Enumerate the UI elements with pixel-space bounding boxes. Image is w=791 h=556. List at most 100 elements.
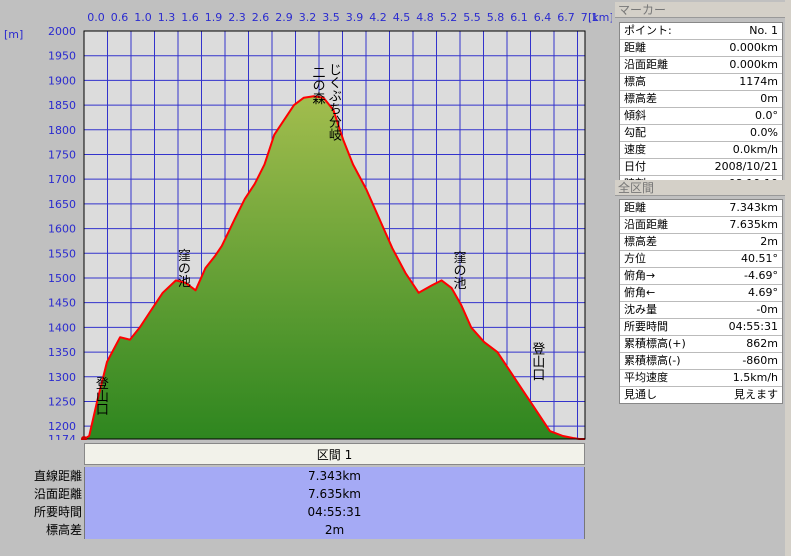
section-row: 俯角→ -4.69°	[620, 268, 782, 285]
section-key: 見通し	[624, 388, 657, 401]
marker-key: 勾配	[624, 126, 646, 139]
summary-row: 所要時間 04:55:31	[0, 503, 612, 521]
summary-value: 7.343km	[84, 467, 585, 485]
marker-row: 距離 0.000km	[620, 40, 782, 57]
marker-value: 1174m	[739, 75, 778, 88]
x-tick-labels: 0.0 0.6 1.0 1.3 1.6 1.9 2.3 2.6 2.9 3.2 3.5 3.9 4.2 4…	[87, 11, 598, 24]
marker-row: 標高 1174m	[620, 74, 782, 91]
section-value: -0m	[756, 303, 778, 316]
section-row: 平均速度 1.5km/h	[620, 370, 782, 387]
section-row: 沈み量 -0m	[620, 302, 782, 319]
y-tick-label: 1600	[48, 223, 76, 236]
section-value: 7.343km	[729, 201, 778, 214]
summary-label: 直線距離	[33, 469, 82, 483]
section-row: 標高差 2m	[620, 234, 782, 251]
section-header[interactable]: 区間 1	[84, 443, 585, 465]
y-tick-label: 1400	[48, 321, 76, 334]
section-key: 俯角→	[624, 269, 656, 282]
vertical-scrollbar[interactable]	[785, 0, 791, 556]
peak-annotation: 窪の池	[451, 250, 467, 290]
section-value: -860m	[742, 354, 778, 367]
y-tick-label: 1750	[48, 148, 76, 161]
x-tick-label: 1.3	[158, 11, 176, 24]
marker-value: 0m	[760, 92, 778, 105]
marker-key: 標高差	[624, 92, 657, 105]
section-key: 俯角←	[624, 286, 656, 299]
marker-row: ポイント: No. 1	[620, 23, 782, 40]
section-row: 方位 40.51°	[620, 251, 782, 268]
marker-key: 標高	[624, 75, 646, 88]
x-tick-label: 5.8	[487, 11, 505, 24]
y-tick-label: 1850	[48, 99, 76, 112]
summary-label: 所要時間	[33, 505, 82, 519]
section-value: 1.5km/h	[732, 371, 778, 384]
y-axis-unit: [m]	[4, 28, 23, 41]
peak-annotation: 窪の池	[175, 248, 191, 288]
section-row: 距離 7.343km	[620, 200, 782, 217]
x-tick-label: 3.9	[346, 11, 364, 24]
section-key: 距離	[624, 201, 646, 214]
section-key: 平均速度	[624, 371, 668, 384]
y-tick-label: 2000	[48, 25, 76, 38]
peak-annotation: 登山口	[529, 342, 545, 381]
summary-row: 直線距離 7.343km	[0, 467, 612, 485]
marker-key: 速度	[624, 143, 646, 156]
section-key: 方位	[624, 252, 646, 265]
section-value: 04:55:31	[728, 320, 778, 333]
summary-value: 04:55:31	[84, 503, 585, 521]
marker-value: 0.0km/h	[732, 143, 778, 156]
x-tick-label: 1.9	[205, 11, 223, 24]
section-value: 7.635km	[729, 218, 778, 231]
peak-annotation: じくぶち分岐	[326, 63, 342, 141]
section-row: 所要時間 04:55:31	[620, 319, 782, 336]
y-tick-labels: 2000 1950 1900 1850 1800 1750 1700 1650 1600 1550…	[48, 25, 76, 440]
y-tick-label: 1650	[48, 198, 76, 211]
x-tick-label: 0.0	[87, 11, 105, 24]
peak-annotation: 二の森	[309, 66, 325, 105]
section-row: 沿面距離 7.635km	[620, 217, 782, 234]
y-tick-label: 1800	[48, 124, 76, 137]
y-tick-label: 1950	[48, 50, 76, 63]
section-key: 沿面距離	[624, 218, 668, 231]
x-tick-label: 4.2	[369, 11, 387, 24]
x-tick-label: 2.3	[228, 11, 246, 24]
marker-value: 0.000km	[729, 41, 778, 54]
summary-row: 標高差 2m	[0, 521, 612, 539]
peak-annotation: 登山口	[93, 377, 109, 416]
y-tick-label: 1450	[48, 297, 76, 310]
marker-row: 傾斜 0.0°	[620, 108, 782, 125]
y-tick-label: 1900	[48, 74, 76, 87]
marker-key: 距離	[624, 41, 646, 54]
x-tick-label: 3.5	[322, 11, 340, 24]
marker-row: 速度 0.0km/h	[620, 142, 782, 159]
marker-value: 2008/10/21	[714, 160, 778, 173]
section-value: 862m	[746, 337, 778, 350]
marker-value: 0.0%	[750, 126, 778, 139]
x-tick-label: 4.8	[416, 11, 434, 24]
section-value: 40.51°	[741, 252, 778, 265]
y-tick-label: 1300	[48, 371, 76, 384]
section-key: 標高差	[624, 235, 657, 248]
section-key: 所要時間	[624, 320, 668, 333]
y-tick-label: 1550	[48, 247, 76, 260]
x-tick-label: 2.9	[275, 11, 293, 24]
y-tick-label: 1174	[48, 433, 76, 440]
marker-key: 沿面距離	[624, 58, 668, 71]
marker-row: 標高差 0m	[620, 91, 782, 108]
marker-row: 勾配 0.0%	[620, 125, 782, 142]
y-tick-label: 1700	[48, 173, 76, 186]
y-tick-label: 1200	[48, 420, 76, 433]
x-tick-label: 5.5	[463, 11, 481, 24]
marker-row: 沿面距離 0.000km	[620, 57, 782, 74]
summary-label: 沿面距離	[33, 487, 82, 501]
marker-value: 0.0°	[755, 109, 778, 122]
x-tick-label: 6.7	[557, 11, 575, 24]
x-tick-label: 6.4	[534, 11, 552, 24]
marker-value: No. 1	[749, 24, 778, 37]
marker-panel-title: マーカー	[615, 2, 785, 18]
section-key: 累積標高(+)	[624, 337, 686, 350]
section-value: 2m	[760, 235, 778, 248]
elevation-chart-svg[interactable]: 0.0 0.6 1.0 1.3 1.6 1.9 2.3 2.6 2.9 3.2 3.5 3.9 4.2 4…	[0, 0, 612, 440]
x-tick-label: 1.0	[134, 11, 152, 24]
section-value: -4.69°	[744, 269, 778, 282]
